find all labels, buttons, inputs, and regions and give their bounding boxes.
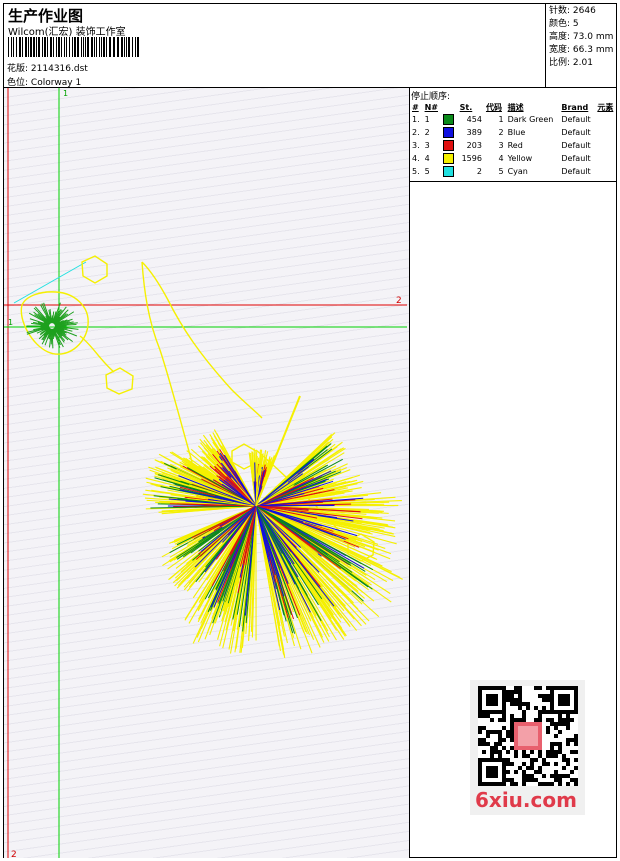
color-swatch <box>443 140 455 151</box>
color-swatch <box>443 127 455 138</box>
row-stitches: 203 <box>466 141 482 150</box>
row-number: 3 <box>424 141 430 150</box>
row-stitches: 389 <box>466 128 482 137</box>
row-description: Red <box>507 141 523 150</box>
table-header-row: # N# St. 代码 描述 Brand 元素 <box>410 101 617 113</box>
row-element <box>595 113 617 126</box>
row-stitches: 2 <box>476 167 482 176</box>
row-brand: Default <box>561 141 591 150</box>
row-code: 4 <box>498 154 504 163</box>
guide-label-h1: 1 <box>8 318 13 327</box>
row-stitches: 454 <box>466 115 482 124</box>
color-swatch <box>443 166 455 177</box>
row-swatch <box>441 139 457 152</box>
color-swatch <box>443 153 455 164</box>
leaf-fill <box>142 395 403 658</box>
col-swatch <box>441 101 457 113</box>
row-swatch <box>441 126 457 139</box>
row-number: 5 <box>424 167 430 176</box>
row-brand: Default <box>561 167 591 176</box>
table-row[interactable]: 4. 4 1596 4 Yellow Default <box>410 152 617 165</box>
col-stitches: St. <box>459 102 473 112</box>
row-index: 2. <box>412 128 420 137</box>
row-code: 3 <box>498 141 504 150</box>
row-index: 1. <box>412 115 420 124</box>
row-brand: Default <box>561 128 591 137</box>
row-description: Dark Green <box>507 115 554 124</box>
row-index: 5. <box>412 167 420 176</box>
guide-label-v1: 1 <box>63 89 68 98</box>
row-index: 3. <box>412 141 420 150</box>
row-number: 4 <box>424 154 430 163</box>
table-row[interactable]: 3. 3 203 3 Red Default <box>410 139 617 152</box>
row-stitches: 1596 <box>461 154 482 163</box>
row-element <box>595 165 617 178</box>
table-row[interactable]: 1. 1 454 1 Dark Green Default <box>410 113 617 126</box>
col-description: 描述 <box>507 102 524 112</box>
row-description: Yellow <box>507 154 533 163</box>
row-swatch <box>441 165 457 178</box>
watermark-text: 6xiu.com <box>475 788 577 812</box>
col-element: 元素 <box>597 102 614 112</box>
table-row[interactable]: 2. 2 389 2 Blue Default <box>410 126 617 139</box>
col-brand: Brand <box>561 102 589 112</box>
table-row[interactable]: 5. 5 2 5 Cyan Default <box>410 165 617 178</box>
col-index: # <box>412 102 419 112</box>
row-number: 2 <box>424 128 430 137</box>
row-brand: Default <box>561 115 591 124</box>
col-code: 代码 <box>485 102 502 112</box>
row-element <box>595 126 617 139</box>
qr-code <box>478 686 578 786</box>
right-panel-divider <box>409 88 410 858</box>
col-number: N# <box>424 102 438 112</box>
row-code: 2 <box>498 128 504 137</box>
guide-label-h2: 2 <box>396 296 402 306</box>
row-number: 1 <box>424 115 430 124</box>
row-element <box>595 152 617 165</box>
watermark-panel: 6xiu.com <box>470 680 585 815</box>
row-element <box>595 139 617 152</box>
row-code: 5 <box>498 167 504 176</box>
guide-label-v2: 2 <box>11 850 17 860</box>
row-description: Cyan <box>507 167 528 176</box>
color-swatch <box>443 114 455 125</box>
table-divider <box>409 181 617 182</box>
row-swatch <box>441 152 457 165</box>
row-index: 4. <box>412 154 420 163</box>
cyan-jump-stitch <box>13 261 87 304</box>
row-description: Blue <box>507 128 526 137</box>
stop-sequence-table: # N# St. 代码 描述 Brand 元素 1. 1 454 1 Dark Gree… <box>410 101 617 178</box>
row-code: 1 <box>498 115 504 124</box>
row-brand: Default <box>561 154 591 163</box>
row-swatch <box>441 113 457 126</box>
